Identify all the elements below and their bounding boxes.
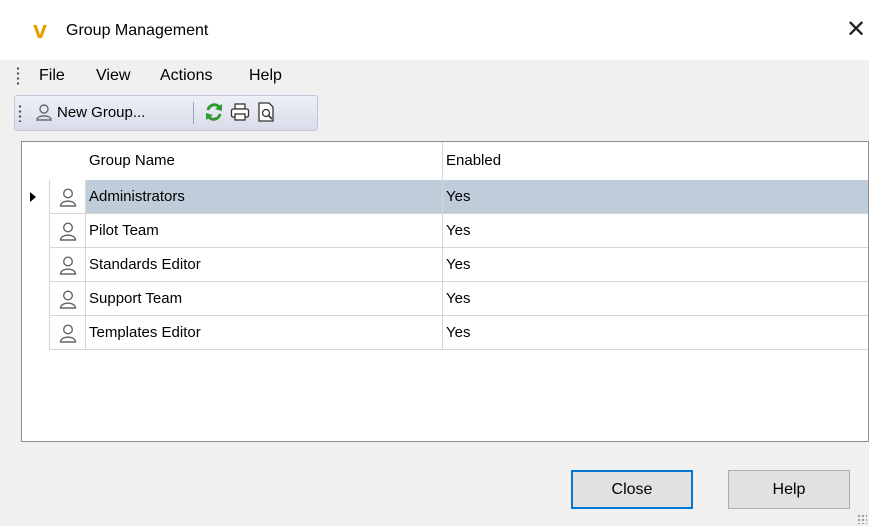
current-row-arrow-icon [30,192,36,202]
new-group-icon [36,104,52,121]
row-indicator [22,248,49,282]
column-header-enabled[interactable]: Enabled [442,142,501,180]
group-name-cell[interactable]: Pilot Team [85,214,442,248]
group-icon [59,324,77,343]
help-button[interactable]: Help [728,470,850,509]
table-row[interactable]: Templates Editor Yes [22,316,868,350]
table-row[interactable]: Pilot Team Yes [22,214,868,248]
group-icon-cell [49,282,85,316]
table-row[interactable]: Support Team Yes [22,282,868,316]
toolbar: New Group... [14,95,318,131]
group-icon-cell [49,248,85,282]
resize-grip-icon[interactable] [857,514,867,524]
group-name-cell[interactable]: Standards Editor [85,248,442,282]
enabled-cell[interactable]: Yes [442,214,868,248]
app-logo-icon: V [33,22,47,43]
toolbar-separator [193,102,194,124]
enabled-cell[interactable]: Yes [442,316,868,350]
menu-bar: File View Actions Help [0,60,869,92]
print-preview-icon [258,102,274,122]
group-icon [59,256,77,275]
group-name-cell[interactable]: Administrators [85,180,442,214]
refresh-button[interactable] [203,101,225,125]
row-indicator [22,316,49,350]
row-indicator [22,180,49,214]
group-icon [59,188,77,207]
group-icon [59,222,77,241]
grid-header: Group Name Enabled [22,142,868,181]
groups-grid[interactable]: Group Name Enabled Administrators Yes Pi… [21,141,869,442]
group-icon [59,290,77,309]
print-button[interactable] [229,101,251,125]
group-name-cell[interactable]: Support Team [85,282,442,316]
menu-grip-icon[interactable] [16,66,20,86]
menu-view[interactable]: View [91,65,135,87]
menu-help[interactable]: Help [244,65,287,87]
table-row[interactable]: Standards Editor Yes [22,248,868,282]
new-group-label: New Group... [57,104,146,121]
table-row[interactable]: Administrators Yes [22,180,868,214]
enabled-cell[interactable]: Yes [442,282,868,316]
group-icon-cell [49,316,85,350]
print-preview-button[interactable] [255,101,277,125]
group-name-cell[interactable]: Templates Editor [85,316,442,350]
group-icon-cell [49,180,85,214]
enabled-cell[interactable]: Yes [442,180,868,214]
group-management-window: V Group Management ✕ File View Actions H… [0,0,869,526]
new-group-button[interactable]: New Group... [35,101,145,125]
menu-file[interactable]: File [34,65,70,87]
toolbar-grip-icon[interactable] [18,104,22,122]
title-bar: V Group Management ✕ [0,0,869,60]
menu-actions[interactable]: Actions [155,65,217,87]
column-header-group-name[interactable]: Group Name [89,142,175,180]
window-title: Group Management [66,22,209,39]
row-indicator [22,214,49,248]
enabled-cell[interactable]: Yes [442,248,868,282]
window-close-button[interactable]: ✕ [844,14,868,44]
row-indicator [22,282,49,316]
print-icon [230,103,250,121]
group-icon-cell [49,214,85,248]
close-button[interactable]: Close [571,470,693,509]
refresh-icon [206,103,222,121]
